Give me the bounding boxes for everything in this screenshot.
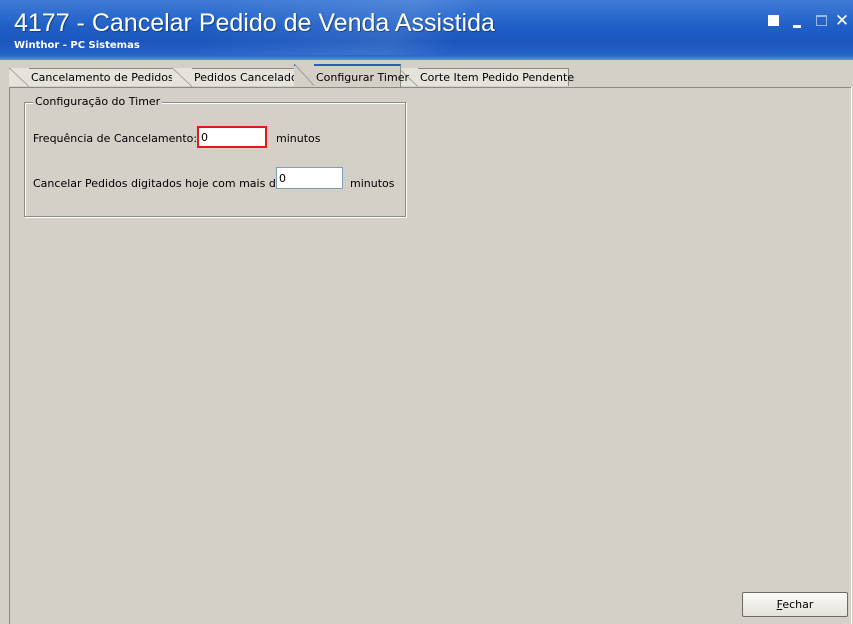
title-bar[interactable]: 4177 - Cancelar Pedido de Venda Assistid… — [0, 0, 853, 60]
frequency-input[interactable] — [197, 126, 267, 148]
restore-button[interactable] — [765, 12, 783, 30]
tab-label: Pedidos Cancelados — [194, 71, 304, 84]
window-subtitle: Winthor - PC Sistemas — [14, 40, 140, 51]
minimize-icon — [793, 25, 801, 28]
timer-config-group-title: Configuração do Timer — [33, 95, 163, 108]
older-than-label: Cancelar Pedidos digitados hoje com mais… — [33, 177, 283, 190]
tab-label: Configurar Timer — [316, 71, 409, 84]
close-button-label: echar — [782, 598, 814, 611]
restore-icon — [768, 15, 779, 26]
close-window-button[interactable]: ✕ — [833, 12, 851, 30]
tab-label: Cancelamento de Pedidos — [31, 71, 174, 84]
close-icon: ✕ — [834, 11, 850, 31]
panel-left-edge — [9, 87, 10, 624]
minimize-button[interactable] — [789, 12, 807, 30]
tab-cancelamento-de-pedidos[interactable]: Cancelamento de Pedidos — [9, 68, 175, 87]
older-than-input[interactable] — [276, 167, 343, 189]
maximize-button[interactable] — [813, 12, 831, 30]
maximize-icon — [816, 15, 827, 26]
tab-divider — [9, 87, 852, 88]
app-window: 4177 - Cancelar Pedido de Venda Assistid… — [0, 0, 853, 624]
tab-corte-item-pedido-pendente[interactable]: Corte Item Pedido Pendente — [398, 68, 574, 87]
panel-right-edge — [851, 87, 852, 624]
close-button[interactable]: Fechar — [742, 592, 848, 617]
timer-config-group — [24, 102, 406, 217]
frequency-label: Frequência de Cancelamento: — [33, 132, 198, 145]
older-than-unit: minutos — [350, 177, 395, 190]
tab-bar: Cancelamento de Pedidos Pedidos Cancelad… — [9, 64, 852, 88]
tab-pedidos-cancelados[interactable]: Pedidos Cancelados — [172, 68, 303, 87]
frequency-unit: minutos — [276, 132, 321, 145]
window-title: 4177 - Cancelar Pedido de Venda Assistid… — [14, 9, 495, 37]
tab-configurar-timer[interactable]: Configurar Timer — [294, 64, 409, 87]
tab-label: Corte Item Pedido Pendente — [420, 71, 575, 84]
title-bar-band — [0, 55, 853, 60]
